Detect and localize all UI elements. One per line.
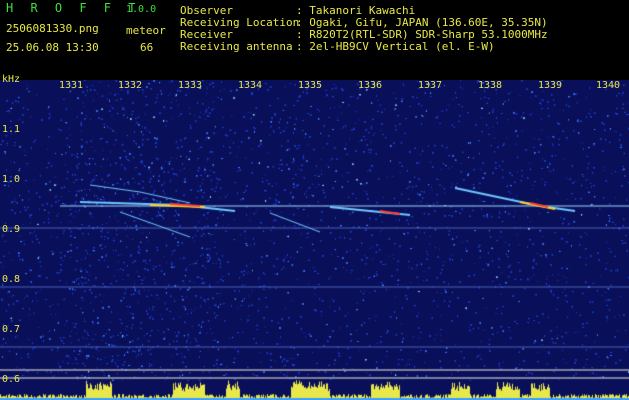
x-tick-label: 1335 bbox=[298, 80, 323, 91]
meteor-count: 66 bbox=[140, 41, 154, 54]
date-time: 25.06.08 13:30 bbox=[6, 41, 99, 54]
x-tick-label: 1334 bbox=[238, 80, 263, 91]
header-panel: H R O F F T 1.0.0 2506081330.png meteor … bbox=[0, 0, 629, 80]
app-title: H R O F F T bbox=[6, 1, 141, 15]
y-tick-label: 0.7 bbox=[2, 324, 21, 335]
info-key: Receiving antenna bbox=[180, 40, 293, 53]
file-name: 2506081330.png bbox=[6, 22, 99, 35]
x-tick-label: 1332 bbox=[118, 80, 143, 91]
mode-label: meteor bbox=[126, 24, 166, 37]
x-tick-label: 1333 bbox=[178, 80, 203, 91]
y-tick-label: 0.8 bbox=[2, 274, 21, 285]
y-unit-label: kHz bbox=[2, 74, 21, 85]
x-tick-label: 1340 bbox=[596, 80, 621, 91]
x-tick-label: 1337 bbox=[418, 80, 443, 91]
y-tick-label: 0.9 bbox=[2, 224, 21, 235]
y-tick-label: 1.1 bbox=[2, 124, 21, 135]
x-tick-label: 1331 bbox=[59, 80, 84, 91]
x-tick-label: 1338 bbox=[478, 80, 503, 91]
x-tick-label: 1336 bbox=[358, 80, 383, 91]
y-tick-label: 1.0 bbox=[2, 174, 21, 185]
x-tick-label: 1339 bbox=[538, 80, 563, 91]
y-tick-label: 0.6 bbox=[2, 374, 21, 385]
spectrogram-canvas bbox=[0, 80, 629, 400]
app-version: 1.0.0 bbox=[126, 4, 157, 15]
info-value: : 2el-HB9CV Vertical (el. E-W) bbox=[296, 40, 495, 53]
